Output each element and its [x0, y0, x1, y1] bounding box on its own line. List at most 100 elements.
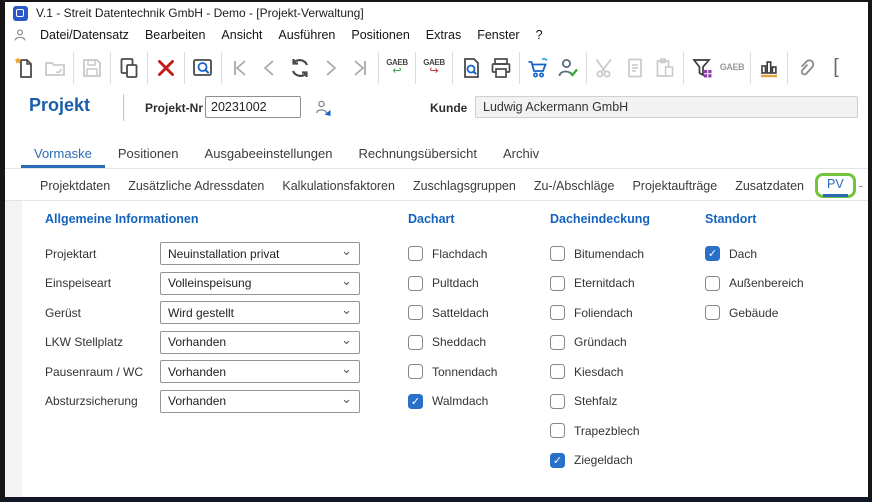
checkbox-option-pultdach[interactable]: Pultdach: [408, 269, 497, 299]
tab-zuschlagsgruppen[interactable]: Zuschlagsgruppen: [404, 172, 525, 199]
toolbar-separator: [750, 51, 751, 84]
search-record-button[interactable]: [188, 52, 218, 84]
filter-button[interactable]: [687, 52, 717, 84]
menu-datei-datensatz[interactable]: Datei/Datensatz: [32, 26, 137, 44]
project-lookup-icon[interactable]: [314, 98, 332, 116]
form-row: Einspeiseart Volleinspeisung ⌄: [45, 269, 360, 299]
checkbox[interactable]: [550, 305, 565, 321]
checkbox-option-tonnendach[interactable]: Tonnendach: [408, 357, 497, 387]
new-record-button[interactable]: [10, 52, 40, 84]
absturzsicherung-dropdown[interactable]: Vorhanden ⌄: [160, 389, 360, 413]
checkbox-option-trapezblech[interactable]: Trapezblech: [550, 416, 650, 446]
gaeb-button[interactable]: GAEB: [717, 52, 747, 84]
checkbox[interactable]: [705, 275, 720, 291]
tab-ausgabeeinstellungen[interactable]: Ausgabeeinstellungen: [192, 139, 346, 168]
checkbox[interactable]: [550, 334, 565, 350]
statistics-button[interactable]: [754, 52, 784, 84]
projektart-dropdown[interactable]: Neuinstallation privat ⌄: [160, 242, 360, 266]
menu-ansicht[interactable]: Ansicht: [213, 26, 270, 44]
checkbox[interactable]: [705, 246, 720, 262]
checkbox-option-gruendach[interactable]: Gründach: [550, 328, 650, 358]
tab-zusaetzliche-adressdaten[interactable]: Zusätzliche Adressdaten: [119, 172, 273, 199]
menu-extras[interactable]: Extras: [418, 26, 469, 44]
checkbox[interactable]: [408, 305, 423, 321]
window-list-button[interactable]: [: [821, 52, 851, 84]
dachart-section: Dachart Flachdach Pultdach Satteldach Sh…: [408, 212, 497, 416]
print-button[interactable]: [486, 52, 516, 84]
toolbar-separator: [683, 51, 684, 84]
checkbox[interactable]: [408, 364, 423, 380]
copy-document-button[interactable]: [620, 52, 650, 84]
tab-kalkulationsfaktoren[interactable]: Kalkulationsfaktoren: [273, 172, 404, 199]
projekt-nr-input[interactable]: [205, 96, 301, 118]
previous-record-button[interactable]: [255, 52, 285, 84]
copy-record-button[interactable]: [114, 52, 144, 84]
checkbox-option-kiesdach[interactable]: Kiesdach: [550, 357, 650, 387]
menu-help[interactable]: ?: [528, 26, 551, 44]
checkbox-option-sheddach[interactable]: Sheddach: [408, 328, 497, 358]
delete-record-button[interactable]: [151, 52, 181, 84]
next-record-button[interactable]: [315, 52, 345, 84]
geruest-dropdown[interactable]: Wird gestellt ⌄: [160, 301, 360, 325]
customer-check-button[interactable]: [553, 52, 583, 84]
chevron-down-icon: ⌄: [341, 390, 352, 406]
tab-pv[interactable]: PV: [823, 173, 848, 197]
first-record-button[interactable]: [225, 52, 255, 84]
checkbox[interactable]: [550, 364, 565, 380]
lkw-stellplatz-dropdown[interactable]: Vorhanden ⌄: [160, 330, 360, 354]
import-arrow-icon: ↩: [392, 64, 402, 77]
checkbox[interactable]: [550, 452, 565, 468]
checkbox[interactable]: [408, 246, 423, 262]
menu-bearbeiten[interactable]: Bearbeiten: [137, 26, 213, 44]
checkbox-option-bitumendach[interactable]: Bitumendach: [550, 239, 650, 269]
checkbox-option-walmdach[interactable]: Walmdach: [408, 387, 497, 417]
menu-ausfuehren[interactable]: Ausführen: [270, 26, 343, 44]
menu-fenster[interactable]: Fenster: [469, 26, 527, 44]
tab-projektauftraege[interactable]: Projektaufträge: [623, 172, 726, 199]
checkbox[interactable]: [408, 275, 423, 291]
checkbox[interactable]: [408, 393, 423, 409]
checkbox[interactable]: [550, 275, 565, 291]
checkbox[interactable]: [550, 423, 565, 439]
checkbox[interactable]: [408, 334, 423, 350]
tab-projektdaten[interactable]: Projektdaten: [31, 172, 119, 199]
toolbar-separator: [221, 51, 222, 84]
einspeiseart-dropdown[interactable]: Volleinspeisung ⌄: [160, 271, 360, 295]
tab-archiv[interactable]: Archiv: [490, 139, 552, 168]
toolbar-separator: [519, 51, 520, 84]
gaeb-export-button[interactable]: GAEB ↪: [419, 52, 449, 84]
tab-zu-abschlaege[interactable]: Zu-/Abschläge: [525, 172, 624, 199]
save-button[interactable]: [77, 52, 107, 84]
open-record-button[interactable]: [40, 52, 70, 84]
window-title: V.1 - Streit Datentechnik GmbH - Demo - …: [36, 6, 364, 20]
checkbox-option-foliendach[interactable]: Foliendach: [550, 298, 650, 328]
gaeb-import-button[interactable]: GAEB ↩: [382, 52, 412, 84]
chevron-down-icon: ⌄: [341, 361, 352, 377]
checkbox[interactable]: [705, 305, 720, 321]
menu-bar: Datei/Datensatz Bearbeiten Ansicht Ausfü…: [5, 24, 868, 46]
tab-vormaske[interactable]: Vormaske: [21, 139, 105, 168]
pausenraum-wc-dropdown[interactable]: Vorhanden ⌄: [160, 360, 360, 384]
form-row: Projektart Neuinstallation privat ⌄: [45, 239, 360, 269]
cut-button[interactable]: [590, 52, 620, 84]
checkbox[interactable]: [550, 246, 565, 262]
paste-button[interactable]: [650, 52, 680, 84]
checkbox-option-flachdach[interactable]: Flachdach: [408, 239, 497, 269]
last-record-button[interactable]: [345, 52, 375, 84]
order-sync-button[interactable]: [523, 52, 553, 84]
tab-rechnungsuebersicht[interactable]: Rechnungsübersicht: [345, 139, 490, 168]
checkbox-option-stehfalz[interactable]: Stehfalz: [550, 387, 650, 417]
checkbox-option-eternitdach[interactable]: Eternitdach: [550, 269, 650, 299]
tab-zusatzdaten[interactable]: Zusatzdaten: [726, 172, 813, 199]
checkbox-option-ziegeldach[interactable]: Ziegeldach: [550, 446, 650, 476]
print-preview-button[interactable]: [456, 52, 486, 84]
checkbox-option-satteldach[interactable]: Satteldach: [408, 298, 497, 328]
tab-positionen[interactable]: Positionen: [105, 139, 192, 168]
checkbox[interactable]: [550, 393, 565, 409]
attachment-button[interactable]: [791, 52, 821, 84]
checkbox-option-dach[interactable]: Dach: [705, 239, 804, 269]
refresh-button[interactable]: [285, 52, 315, 84]
checkbox-option-gebaeude[interactable]: Gebäude: [705, 298, 804, 328]
menu-positionen[interactable]: Positionen: [343, 26, 417, 44]
checkbox-option-aussenbereich[interactable]: Außenbereich: [705, 269, 804, 299]
